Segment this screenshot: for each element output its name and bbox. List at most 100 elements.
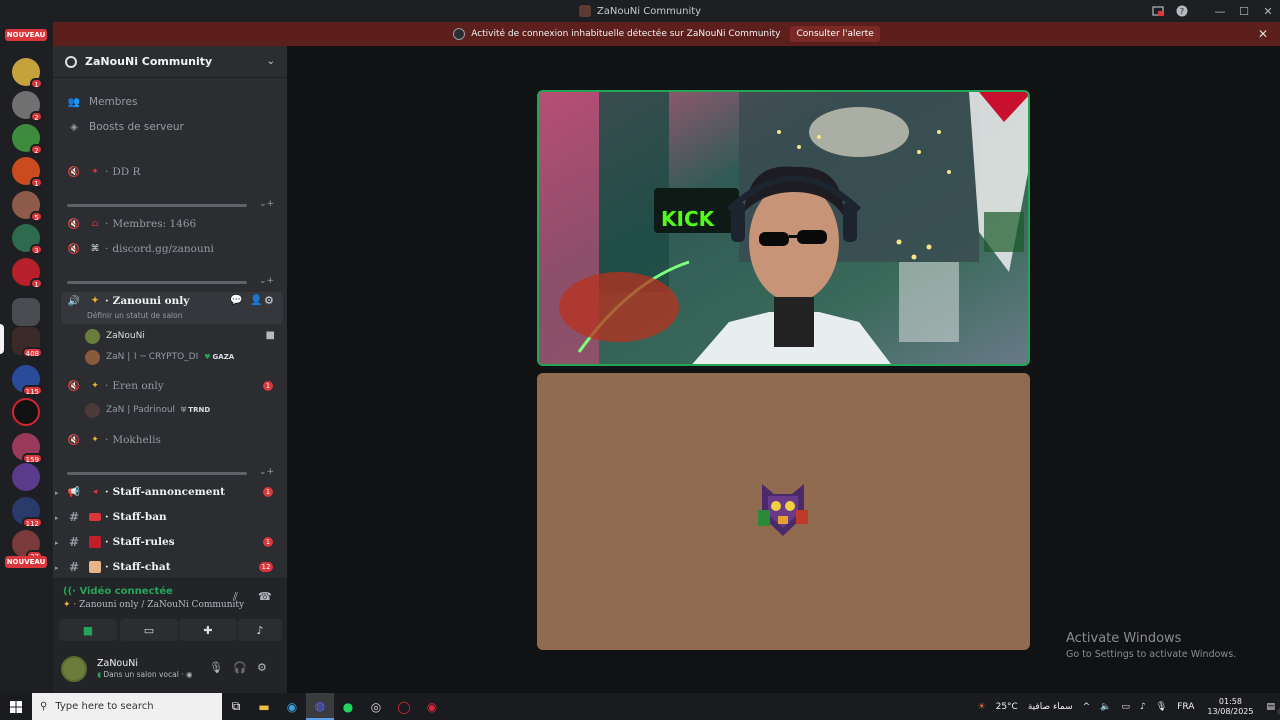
voice-user-name: ZaNouNi [106, 331, 145, 341]
network-icon[interactable]: ▭ [1121, 702, 1130, 712]
taskbar-search[interactable]: ⚲ Type here to search [32, 693, 222, 720]
emoji-icon [89, 536, 101, 548]
voice-status[interactable]: ((· Vidéo connectée [63, 586, 173, 597]
server-icon[interactable] [12, 298, 40, 326]
signal-icon: ((· [63, 586, 76, 597]
clock[interactable]: 01:58 13/08/2025 [1207, 697, 1253, 717]
voice-channel-discord-link[interactable]: 🔇 ⌘ · discord.gg/zanouni [61, 238, 283, 260]
chat-icon[interactable]: 💬 [230, 295, 242, 306]
server-icon[interactable]: 1 [12, 58, 43, 89]
sidebar-item-members[interactable]: 👥 Membres [61, 91, 283, 113]
screen-share-button[interactable]: ▭ [120, 619, 178, 641]
category-add-icon[interactable]: ⌄+ [259, 467, 274, 477]
category-add-icon[interactable]: ⌄+ [259, 276, 274, 286]
user-name: ZaNouNi [97, 658, 139, 669]
window-title: ZaNouNi Community [578, 5, 702, 17]
camera-button[interactable]: ■ [59, 619, 117, 641]
unread-badge: 1 [30, 42, 43, 53]
channel-sidebar: ZaNouNi Community ⌄ 👥 Membres ◈ Boosts d… [53, 46, 287, 693]
microphone-icon[interactable]: 🎙 [209, 661, 223, 674]
add-member-icon[interactable]: 👤 [250, 295, 262, 306]
server-icon[interactable]: 112 [12, 497, 43, 528]
user-tag: GAZA [212, 353, 235, 361]
spotify-icon[interactable]: ● [334, 693, 362, 720]
watermark-title: Activate Windows [1066, 631, 1182, 646]
server-icon[interactable]: 5 [12, 191, 43, 222]
video-stream-tile[interactable]: KICK [537, 90, 1030, 366]
server-icon[interactable]: 37 [12, 530, 43, 561]
server-icon[interactable]: 2 [12, 124, 43, 155]
hash-icon: # [68, 535, 80, 549]
voice-channel-ddr[interactable]: 🔇 ✦ · DD R [61, 161, 283, 183]
voice-channel-link[interactable]: ✦ · Zanouni only / ZaNouNi Community [63, 600, 244, 610]
github-icon[interactable]: ◎ [362, 693, 390, 720]
close-alert-icon[interactable]: ✕ [1258, 27, 1268, 41]
speaker-icon[interactable]: ♪ [1140, 702, 1146, 712]
task-view-icon[interactable]: ⧉ [222, 693, 250, 720]
start-button[interactable] [0, 693, 32, 720]
category-add-icon[interactable]: ⌄+ [259, 199, 274, 209]
channel-staff-annonce[interactable]: ▸ 📢 ◂ · Staff-annoncement [55, 481, 283, 503]
voice-channel-members-count[interactable]: 🔇 ⌂ · Membres: 1466 [61, 213, 283, 235]
sidebar-item-boosts[interactable]: ◈ Boosts de serveur [61, 116, 283, 138]
chevron-up-icon[interactable]: ^ [1083, 702, 1091, 712]
window-controls: ? — ☐ ✕ [1146, 0, 1280, 22]
server-icon[interactable] [12, 463, 40, 491]
opera-icon[interactable]: ◯ [390, 693, 418, 720]
channel-name: Staff-ban [112, 511, 167, 523]
voice-channel-mokhelis[interactable]: 🔇 ✦ · Mokhelis [61, 429, 283, 451]
chevron-down-icon[interactable]: ⌄ [267, 56, 275, 67]
channel-staff-ban[interactable]: ▸ # · Staff-ban [55, 506, 283, 528]
voice-user[interactable]: ZaNouNi [85, 327, 145, 345]
disconnect-icon[interactable]: ☎ [258, 590, 272, 603]
server-guide-icon [65, 55, 77, 68]
channel-name: discord.gg/zanouni [112, 243, 214, 255]
help-icon[interactable]: ? [1170, 0, 1194, 22]
server-header[interactable]: ZaNouNi Community ⌄ [53, 46, 287, 78]
noise-suppression-icon[interactable]: ⫽ [233, 590, 238, 604]
avatar[interactable] [61, 656, 87, 682]
channel-status-placeholder[interactable]: Définir un statut de salon [87, 311, 182, 320]
server-icon[interactable]: 115 [12, 365, 43, 396]
discord-icon[interactable]: ◍ [306, 693, 334, 720]
file-explorer-icon[interactable]: ▬ [250, 693, 278, 720]
language-indicator[interactable]: FRA [1177, 702, 1194, 712]
gear-icon[interactable]: ⚙ [257, 661, 267, 674]
maximize-icon[interactable]: ☐ [1232, 0, 1256, 22]
gear-icon[interactable]: ⚙ [264, 294, 274, 307]
minimize-icon[interactable]: — [1208, 0, 1232, 22]
server-icon[interactable]: 2 [12, 91, 43, 122]
channel-staff-chat[interactable]: ▸ # · Staff-chat [55, 556, 283, 578]
server-icon[interactable]: 1 [12, 258, 43, 289]
voice-channel-eren-only[interactable]: 🔇 ✦ · Eren only [61, 375, 283, 397]
voice-user[interactable]: ZaN | Padrinoul ⛨ TRND [85, 401, 210, 419]
channel-staff-rules[interactable]: ▸ # · Staff-rules [55, 531, 283, 553]
emoji-icon [89, 561, 101, 573]
channel-name: Staff-chat [112, 561, 171, 573]
server-icon[interactable]: 1 [12, 157, 43, 188]
app-icon[interactable]: ◉ [418, 693, 446, 720]
unread-badge: 1 [263, 487, 273, 497]
server-icon[interactable]: 159 [12, 433, 43, 464]
server-icon[interactable] [12, 398, 40, 426]
active-server-icon[interactable]: 408 [12, 327, 43, 358]
edge-icon[interactable]: ◉ [278, 693, 306, 720]
close-window-icon[interactable]: ✕ [1256, 0, 1280, 22]
inbox-icon[interactable] [1146, 0, 1170, 22]
microphone-icon[interactable]: 🎙 [1156, 702, 1167, 712]
headphones-icon[interactable]: 🎧 [233, 661, 247, 674]
voice-icon: ◖ [97, 670, 101, 679]
weather-text[interactable]: سماء صافية [1028, 702, 1073, 712]
active-server-pill [0, 324, 4, 354]
server-icon[interactable]: 3 [12, 224, 43, 255]
window-title-text: ZaNouNi Community [596, 5, 702, 17]
volume-icon[interactable]: 🔈 [1100, 702, 1111, 712]
weather-temp[interactable]: 25°C [996, 702, 1018, 712]
voice-user[interactable]: ZaN | ⌇ ─ CRYPTO_DI ♥ GAZA [85, 348, 234, 366]
soundboard-button[interactable]: ♪ [238, 619, 282, 641]
activity-button[interactable]: ✚ [179, 619, 237, 641]
avatar-only-tile[interactable] [537, 373, 1030, 650]
unread-badge: 115 [21, 385, 43, 396]
notifications-icon[interactable]: ▤23 [1266, 702, 1280, 715]
view-alert-button[interactable]: Consulter l'alerte [790, 26, 880, 42]
